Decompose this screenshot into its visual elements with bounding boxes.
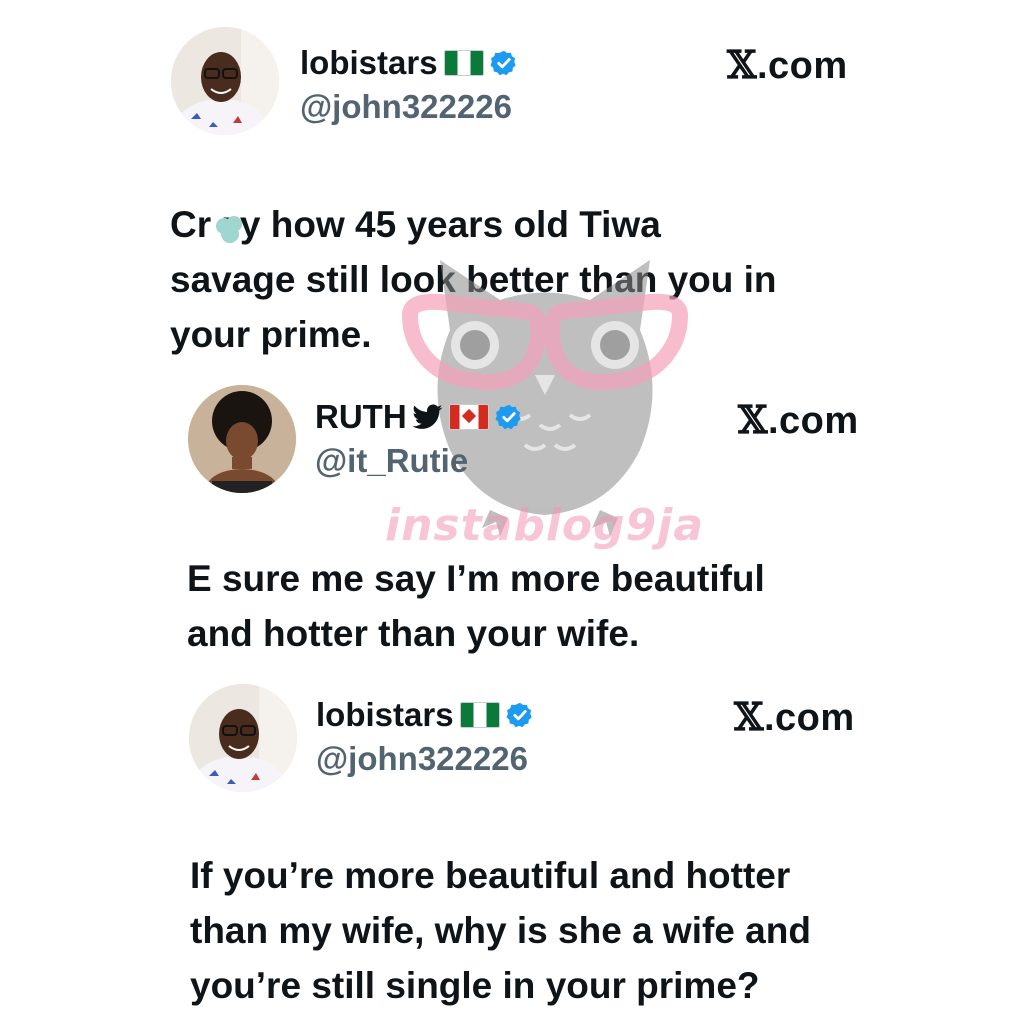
nigeria-flag-icon xyxy=(459,702,500,728)
avatar-lobistars[interactable] xyxy=(189,684,297,792)
post-body: If you’re more beautiful and hotter than… xyxy=(190,848,811,1013)
x-logo-icon: 𝕏 xyxy=(734,694,764,739)
watermark-text: instablog9ja xyxy=(385,500,705,551)
user-handle[interactable]: @john322226 xyxy=(316,740,528,778)
twitter-bird-icon xyxy=(412,404,443,430)
x-logo-icon: 𝕏 xyxy=(727,42,757,87)
avatar-image xyxy=(171,27,279,135)
avatar-image xyxy=(189,684,297,792)
display-name-row[interactable]: RUTH xyxy=(315,398,523,436)
post-body-line: savage still look better than you in xyxy=(170,259,777,300)
canada-flag-icon xyxy=(448,404,489,430)
post-body-line: and hotter than your wife. xyxy=(187,613,640,654)
user-handle[interactable]: @it_Rutie xyxy=(315,442,468,480)
avatar-ruth[interactable] xyxy=(188,385,296,493)
source-domain: .com xyxy=(756,45,848,87)
source-label[interactable]: 𝕏.com xyxy=(734,694,855,740)
source-domain: .com xyxy=(763,697,855,739)
post-body: Cr zy how 45 years old Tiwa savage still… xyxy=(170,197,777,362)
display-name-row[interactable]: lobistars xyxy=(316,696,534,734)
display-name: lobistars xyxy=(316,696,454,733)
x-logo-icon: 𝕏 xyxy=(738,397,768,442)
verified-badge-icon xyxy=(495,403,523,431)
post-body-line: If you’re more beautiful and hotter xyxy=(190,855,791,896)
post-body-line: than my wife, why is she a wife and xyxy=(190,910,811,951)
display-name-row[interactable]: lobistars xyxy=(300,44,518,82)
verified-badge-icon xyxy=(490,49,518,77)
post-body-line: Cr zy how 45 years old Tiwa xyxy=(170,204,661,245)
post-body: E sure me say I’m more beautiful and hot… xyxy=(187,551,765,661)
display-name: RUTH xyxy=(315,398,407,435)
nigeria-flag-icon xyxy=(443,50,484,76)
avatar-image xyxy=(188,385,296,493)
source-domain: .com xyxy=(767,400,859,442)
post-body-line: E sure me say I’m more beautiful xyxy=(187,558,765,599)
post-body-line: your prime. xyxy=(170,314,372,355)
source-label[interactable]: 𝕏.com xyxy=(738,397,859,443)
avatar-lobistars[interactable] xyxy=(171,27,279,135)
verified-badge-icon xyxy=(506,701,534,729)
post-body-line: you’re still single in your prime? xyxy=(190,965,760,1006)
source-label[interactable]: 𝕏.com xyxy=(727,42,848,88)
display-name: lobistars xyxy=(300,44,438,81)
user-handle[interactable]: @john322226 xyxy=(300,88,512,126)
